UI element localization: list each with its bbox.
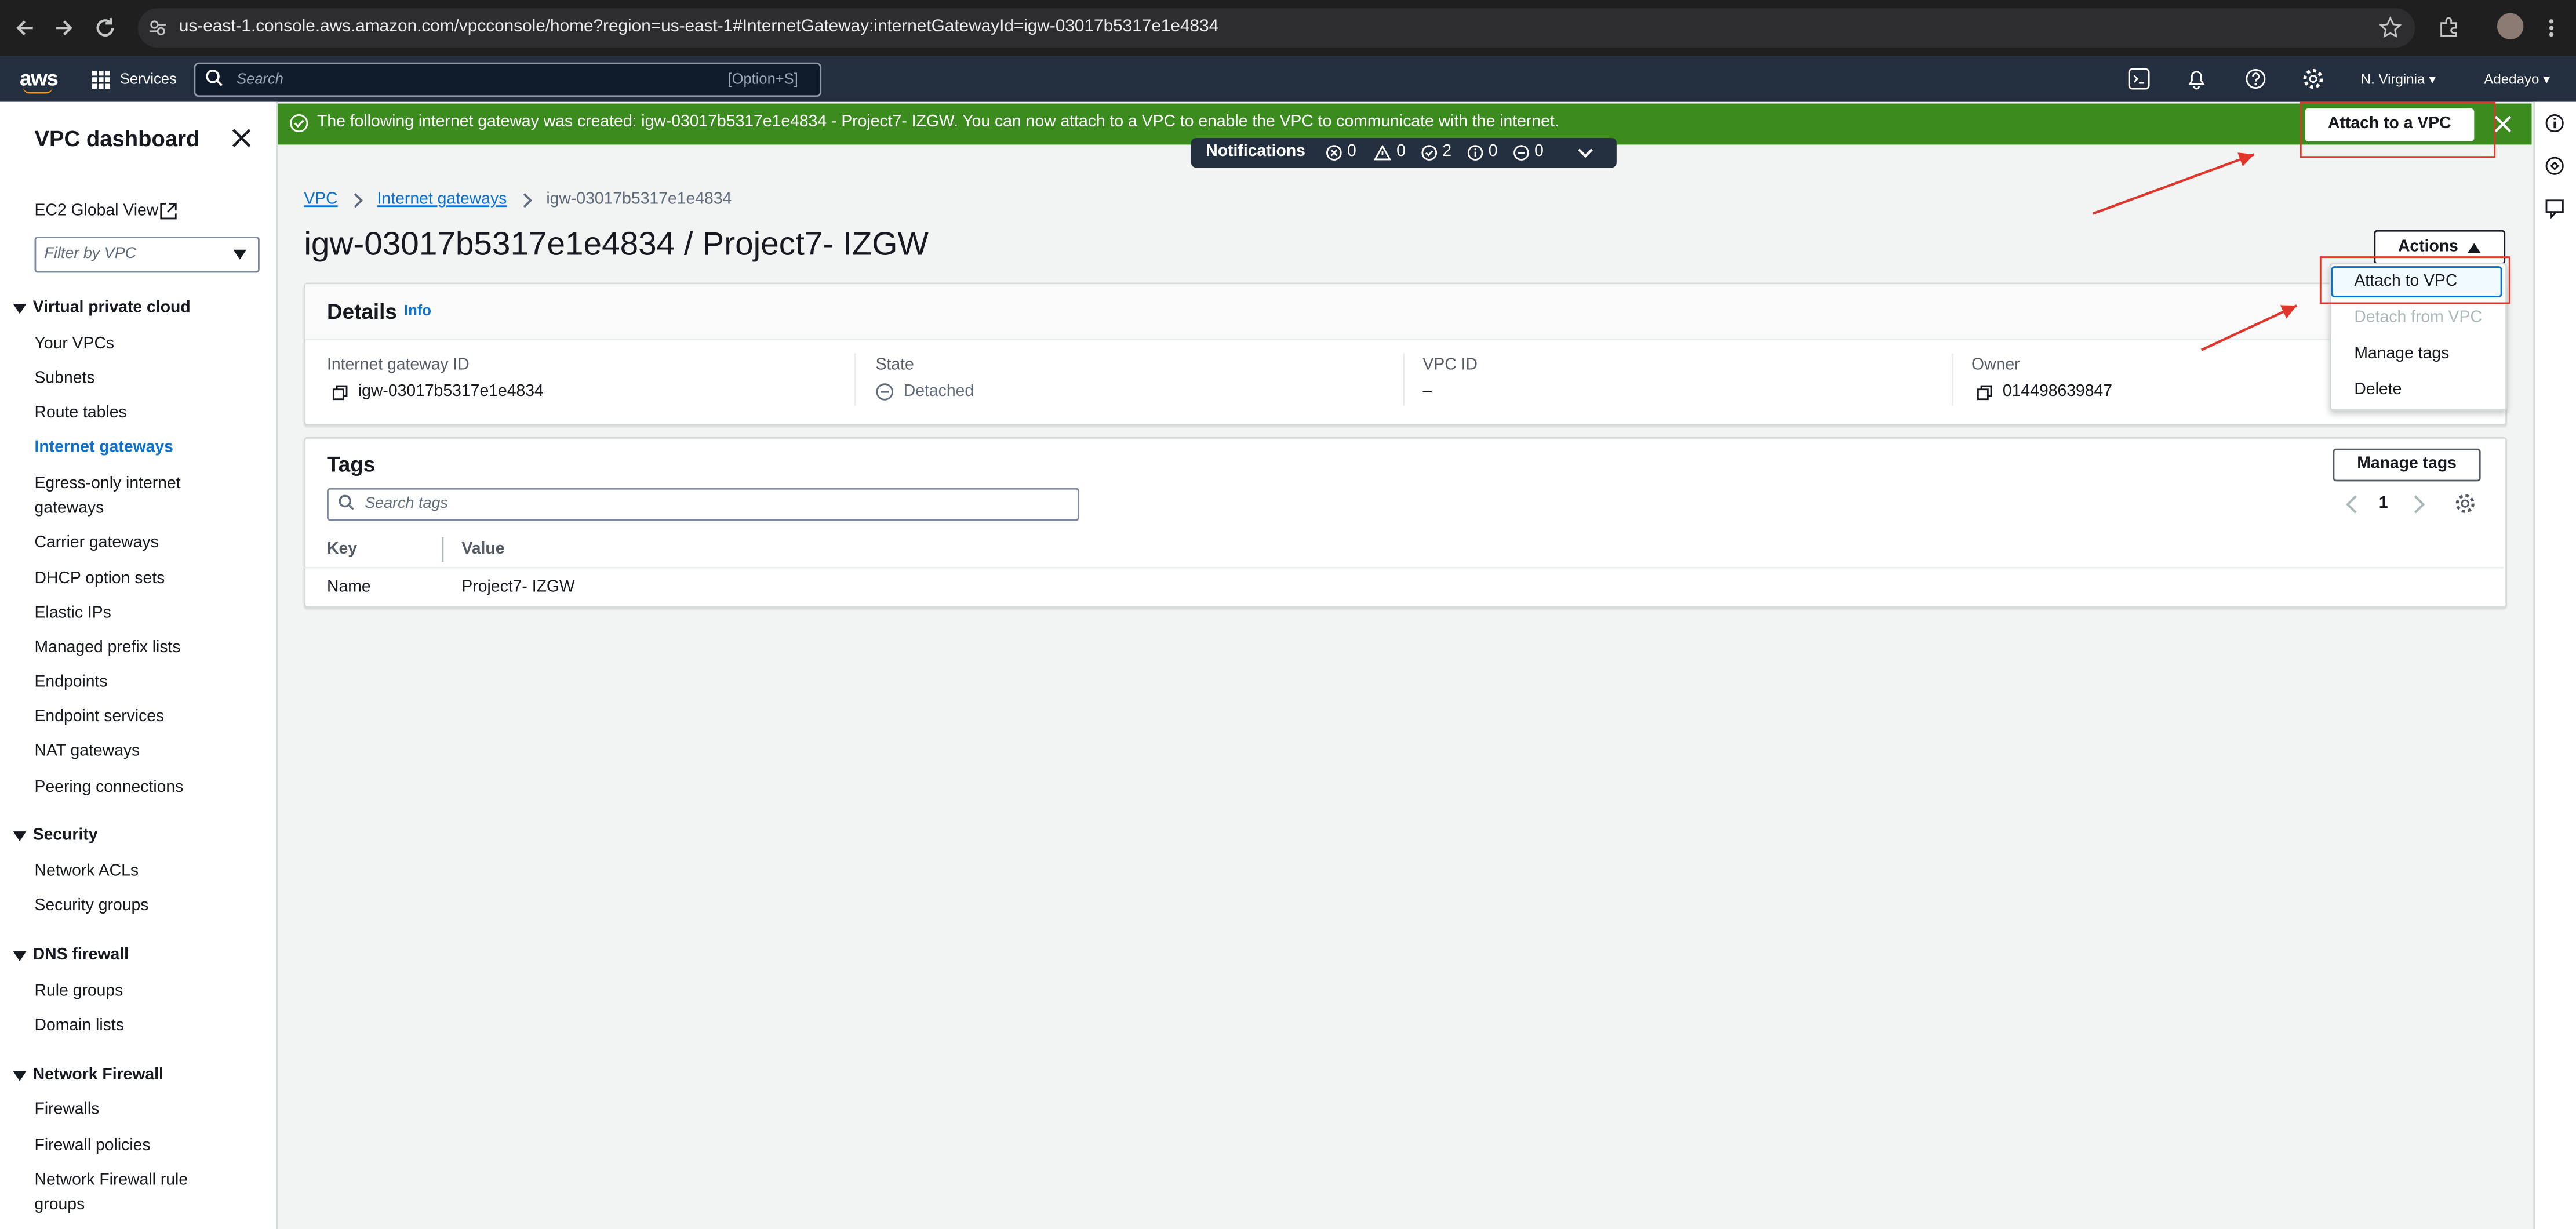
- annotation-arrow: [2093, 152, 2255, 215]
- annotation-arrow: [2200, 304, 2298, 351]
- annotation-arrows: [2093, 152, 2298, 351]
